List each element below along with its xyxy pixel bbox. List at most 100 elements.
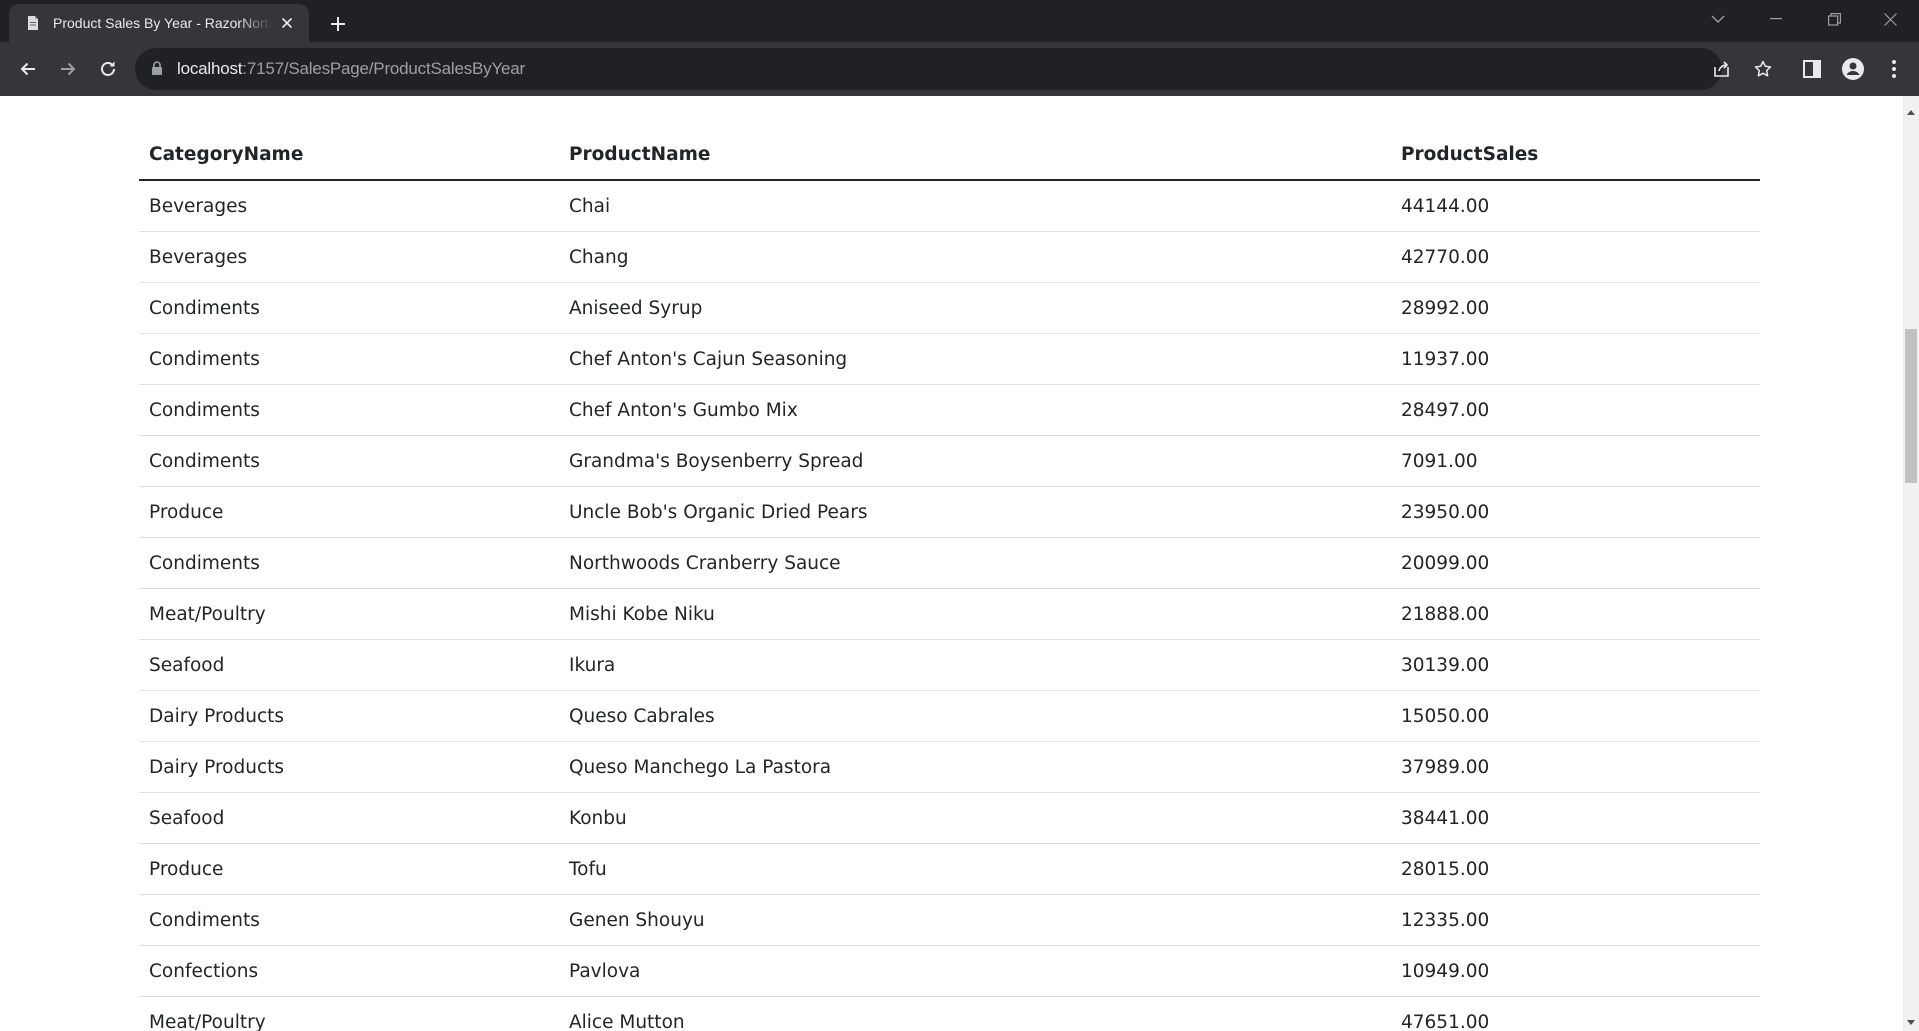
more-vert-icon[interactable]: [1881, 56, 1907, 82]
cell-category: Condiments: [139, 282, 559, 334]
cell-sales: 42770.00: [1391, 231, 1760, 283]
cell-sales: 15050.00: [1391, 690, 1760, 742]
url-host: localhost: [177, 59, 243, 78]
restore-icon[interactable]: [1806, 0, 1862, 38]
cell-product: Chang: [559, 231, 1391, 283]
cell-category: Condiments: [139, 384, 559, 436]
browser-tab[interactable]: Product Sales By Year - RazorNorthwind: [9, 4, 309, 42]
cell-category: Seafood: [139, 639, 559, 691]
cell-category: Condiments: [139, 435, 559, 487]
cell-sales: 7091.00: [1391, 435, 1760, 487]
table-row: Condiments Chef Anton's Cajun Seasoning 11…: [139, 333, 1760, 385]
tab-title: Product Sales By Year - RazorNorthwind: [53, 15, 271, 31]
table-row: Seafood Konbu 38441.00: [139, 792, 1760, 844]
scroll-up-icon[interactable]: [1907, 102, 1915, 120]
close-icon[interactable]: [279, 15, 295, 31]
cell-product: Queso Cabrales: [559, 690, 1391, 742]
cell-category: Seafood: [139, 792, 559, 844]
table-row: Seafood Ikura 30139.00: [139, 639, 1760, 691]
scrollbar-thumb[interactable]: [1905, 329, 1917, 483]
reload-icon[interactable]: [92, 53, 124, 85]
tab-strip: Product Sales By Year - RazorNorthwind: [0, 0, 1919, 42]
cell-category: Confections: [139, 945, 559, 997]
cell-sales: 12335.00: [1391, 894, 1760, 946]
chevron-down-icon[interactable]: [1690, 0, 1746, 38]
cell-product: Queso Manchego La Pastora: [559, 741, 1391, 793]
cell-sales: 11937.00: [1391, 333, 1760, 385]
page-viewport: CategoryName ProductName ProductSales Be…: [0, 96, 1903, 1031]
cell-category: Meat/Poultry: [139, 996, 559, 1031]
cell-sales: 28992.00: [1391, 282, 1760, 334]
column-header-product: ProductName: [559, 96, 1391, 181]
cell-product: Northwoods Cranberry Sauce: [559, 537, 1391, 589]
cell-category: Condiments: [139, 894, 559, 946]
table-row: Beverages Chai 44144.00: [139, 180, 1760, 232]
product-sales-table: CategoryName ProductName ProductSales Be…: [139, 96, 1760, 1031]
table-row: Meat/Poultry Mishi Kobe Niku 21888.00: [139, 588, 1760, 640]
cell-category: Produce: [139, 486, 559, 538]
cell-sales: 47651.00: [1391, 996, 1760, 1031]
table-row: Produce Tofu 28015.00: [139, 843, 1760, 895]
cell-product: Alice Mutton: [559, 996, 1391, 1031]
cell-product: Ikura: [559, 639, 1391, 691]
star-icon[interactable]: [1751, 57, 1775, 81]
cell-product: Chai: [559, 180, 1391, 232]
table-row: Condiments Chef Anton's Gumbo Mix 28497.00: [139, 384, 1760, 436]
table-row: Dairy Products Queso Manchego La Pastora 3…: [139, 741, 1760, 793]
cell-category: Condiments: [139, 333, 559, 385]
cell-category: Produce: [139, 843, 559, 895]
lock-icon[interactable]: [151, 61, 163, 81]
cell-sales: 21888.00: [1391, 588, 1760, 640]
minimize-icon[interactable]: [1748, 0, 1804, 38]
sidebar-icon[interactable]: [1799, 56, 1825, 82]
cell-product: Genen Shouyu: [559, 894, 1391, 946]
cell-product: Chef Anton's Gumbo Mix: [559, 384, 1391, 436]
column-header-category: CategoryName: [139, 96, 559, 181]
table-row: Confections Pavlova 10949.00: [139, 945, 1760, 997]
cell-category: Meat/Poultry: [139, 588, 559, 640]
forward-arrow-icon[interactable]: [52, 53, 84, 85]
cell-category: Dairy Products: [139, 741, 559, 793]
cell-product: Chef Anton's Cajun Seasoning: [559, 333, 1391, 385]
cell-product: Aniseed Syrup: [559, 282, 1391, 334]
cell-sales: 38441.00: [1391, 792, 1760, 844]
cell-category: Dairy Products: [139, 690, 559, 742]
table-row: Meat/Poultry Alice Mutton 47651.00: [139, 996, 1760, 1031]
cell-product: Konbu: [559, 792, 1391, 844]
column-header-sales: ProductSales: [1391, 96, 1760, 181]
scroll-down-icon[interactable]: [1907, 1013, 1915, 1031]
cell-product: Tofu: [559, 843, 1391, 895]
back-arrow-icon[interactable]: [12, 53, 44, 85]
vertical-scrollbar[interactable]: [1903, 96, 1919, 1031]
url-path: :7157/SalesPage/ProductSalesByYear: [242, 59, 526, 78]
url-text[interactable]: localhost:7157/SalesPage/ProductSalesByY…: [177, 59, 525, 79]
cell-sales: 23950.00: [1391, 486, 1760, 538]
window-close-icon[interactable]: [1862, 0, 1918, 38]
profile-icon[interactable]: [1840, 56, 1866, 82]
cell-product: Uncle Bob's Organic Dried Pears: [559, 486, 1391, 538]
table-row: Condiments Aniseed Syrup 28992.00: [139, 282, 1760, 334]
table-row: Condiments Northwoods Cranberry Sauce 2009…: [139, 537, 1760, 589]
table-row: Produce Uncle Bob's Organic Dried Pears 23…: [139, 486, 1760, 538]
table-row: Beverages Chang 42770.00: [139, 231, 1760, 283]
cell-category: Beverages: [139, 231, 559, 283]
table-row: Dairy Products Queso Cabrales 15050.00: [139, 690, 1760, 742]
table-header-row: CategoryName ProductName ProductSales: [139, 96, 1760, 181]
table-row: Condiments Genen Shouyu 12335.00: [139, 894, 1760, 946]
cell-product: Mishi Kobe Niku: [559, 588, 1391, 640]
cell-category: Beverages: [139, 180, 559, 232]
browser-toolbar: localhost:7157/SalesPage/ProductSalesByY…: [0, 42, 1919, 96]
document-icon: [25, 15, 41, 31]
address-bar[interactable]: localhost:7157/SalesPage/ProductSalesByY…: [135, 48, 1772, 90]
cell-product: Pavlova: [559, 945, 1391, 997]
cell-sales: 20099.00: [1391, 537, 1760, 589]
table-row: Condiments Grandma's Boysenberry Spread 70…: [139, 435, 1760, 487]
cell-sales: 37989.00: [1391, 741, 1760, 793]
share-icon[interactable]: [1710, 57, 1734, 81]
cell-sales: 30139.00: [1391, 639, 1760, 691]
cell-category: Condiments: [139, 537, 559, 589]
plus-icon[interactable]: [324, 10, 352, 38]
cell-product: Grandma's Boysenberry Spread: [559, 435, 1391, 487]
cell-sales: 44144.00: [1391, 180, 1760, 232]
cell-sales: 10949.00: [1391, 945, 1760, 997]
